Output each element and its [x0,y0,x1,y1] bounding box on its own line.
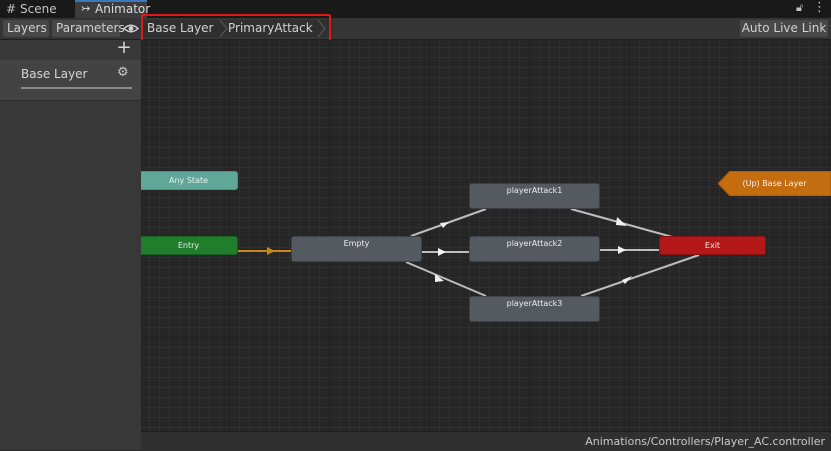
tab-scene[interactable]: # Scene [0,0,74,18]
parameters-tab-button[interactable]: Parameters [52,20,125,37]
transition-arrow [616,217,627,226]
state-node-up-base-layer[interactable]: (Up) Base Layer [718,171,831,196]
layer-weight-bar [21,87,132,89]
state-node-exit[interactable]: Exit [659,236,766,255]
transition-arrow [622,276,632,284]
animator-icon: ↣ [81,2,91,15]
state-machine-graph[interactable]: Any State Entry Empty playerAttack1 play… [141,40,831,431]
state-node-player-attack-2[interactable]: playerAttack2 [469,236,600,262]
tab-bar: # Scene ↣ Animator 🔓︎ ⋮ [0,0,831,18]
gear-icon[interactable]: ⚙ [117,66,131,80]
state-node-player-attack-3[interactable]: playerAttack3 [469,296,600,322]
layer-name: Base Layer [21,67,88,81]
transition-empty-pa3 [405,261,487,297]
controller-path: Animations/Controllers/Player_AC.control… [585,435,825,448]
plus-icon[interactable]: + [116,39,132,57]
lock-icon[interactable]: 🔓︎ [796,1,806,15]
state-node-player-attack-1[interactable]: playerAttack1 [469,183,600,209]
transition-arrow [440,222,449,228]
layers-panel: + Base Layer ⚙ [0,39,142,450]
up-base-layer-label: (Up) Base Layer [742,179,807,188]
layer-item-base-layer[interactable]: Base Layer ⚙ [0,60,141,101]
grid-hash-icon: # [6,2,17,16]
kebab-menu-icon[interactable]: ⋮ [813,1,826,15]
state-node-entry[interactable]: Entry [141,236,238,255]
tab-animator[interactable]: ↣ Animator [75,0,150,18]
animator-window: # Scene ↣ Animator 🔓︎ ⋮ Layers Parameter… [0,0,831,451]
transition-arrow [618,246,626,254]
tab-scene-label: Scene [20,2,57,16]
layers-tab-button[interactable]: Layers [3,20,49,37]
auto-live-link-button[interactable]: Auto Live Link [740,20,828,37]
transition-arrow [438,248,446,256]
breadcrumb-highlight-box [141,14,331,42]
state-node-any-state[interactable]: Any State [141,171,238,190]
status-bar: Animations/Controllers/Player_AC.control… [141,431,831,451]
transition-arrow [267,247,275,255]
eye-icon[interactable] [122,20,140,37]
state-node-empty[interactable]: Empty [291,236,422,262]
